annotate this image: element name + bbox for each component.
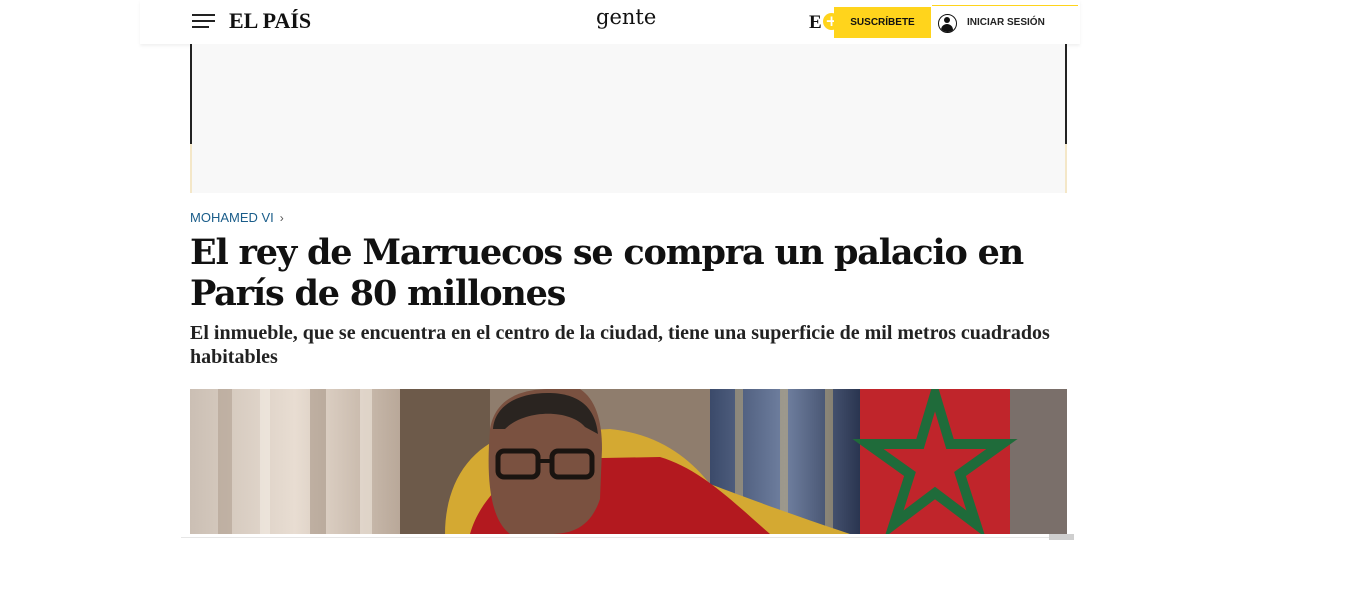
section-title[interactable]: gente [596,5,656,29]
advertisement-slot [190,44,1067,193]
e-plus-letter: E [809,12,822,33]
article-photo [190,389,1067,534]
article-subheadline: El inmueble, que se encuentra en el cent… [190,322,1050,368]
kicker-label: MOHAMED VI [190,210,274,225]
chevron-right-icon: › [279,211,284,225]
article-kicker-link[interactable]: MOHAMED VI › [190,210,284,225]
site-header: EL PAÍS gente E + SUSCRÍBETE INICIAR SES… [140,0,1080,44]
login-button[interactable]: INICIAR SESIÓN [932,5,1078,39]
site-logo[interactable]: EL PAÍS [229,8,311,34]
login-label: INICIAR SESIÓN [967,17,1045,28]
article-headline: El rey de Marruecos se compra un palacio… [190,232,1024,314]
hamburger-menu-icon[interactable] [192,14,215,30]
subscribe-button[interactable]: SUSCRÍBETE [834,7,931,38]
user-icon [938,14,957,33]
scrollbar-thumb[interactable] [1049,534,1074,540]
content-divider [181,537,1074,538]
